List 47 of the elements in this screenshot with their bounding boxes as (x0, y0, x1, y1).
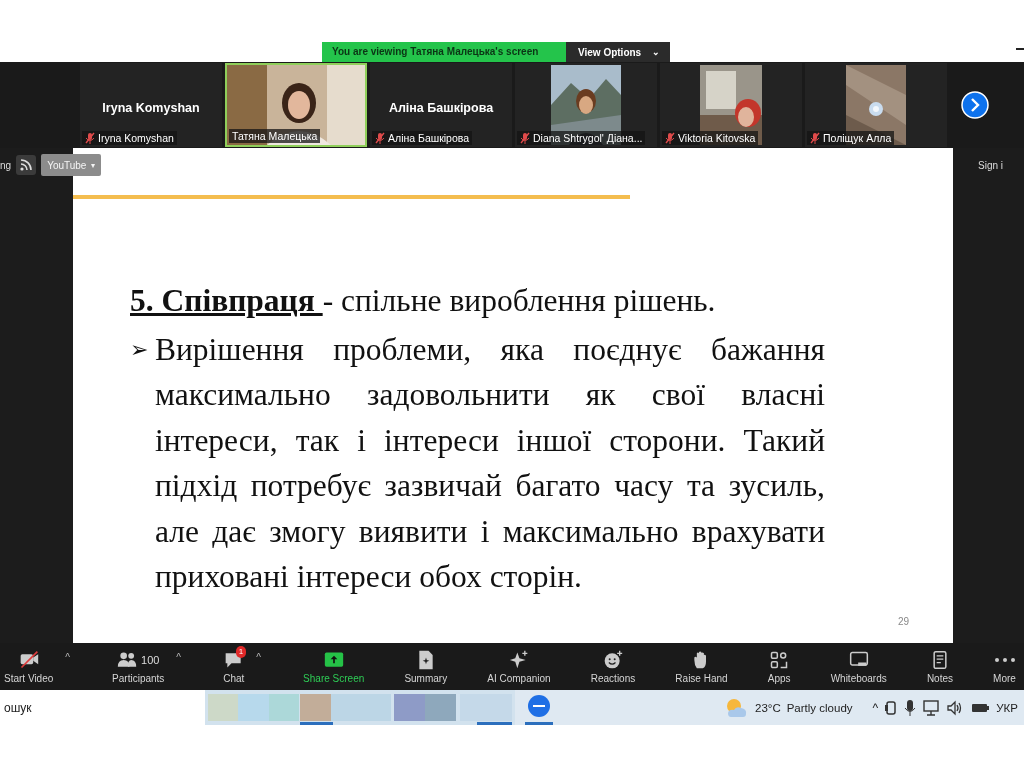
participant-label: Diana Shtrygol' Діана... (533, 132, 643, 144)
bullet-arrow: ➢ (130, 336, 149, 364)
participant-name: Аліна Башкірова (388, 101, 494, 115)
show-hidden-icons-button[interactable]: ^ (872, 700, 879, 715)
toolbar-button[interactable]: AI Companion (485, 647, 553, 686)
toolbar-button[interactable]: Start Video (2, 647, 56, 686)
camera-icon[interactable] (884, 698, 899, 717)
slide-paragraph: Вирішення проблеми, яка поєднує бажання максимально задовольнити як свої власні інтереси, так і інтереси іншої сторони. Такий підхід потребує зазвичай багато часу та зусиль, але дає змогу виявити і максимально врахувати приховані інтереси обох сторін. (155, 331, 825, 597)
search-field[interactable]: ошук (0, 690, 205, 725)
next-page-icon[interactable] (961, 91, 989, 119)
bookmark-label[interactable]: ng (0, 159, 12, 171)
caret-button[interactable]: ^ (252, 647, 265, 667)
toolbar-button[interactable]: 1 Chat (221, 647, 247, 686)
slide-heading: 5. Співпраця - спільне вироблення рішень. (130, 283, 717, 319)
more-icon (993, 656, 1016, 663)
toolbar-button[interactable]: Apps (765, 647, 793, 686)
view-options-button[interactable]: View Options ⌄ (566, 42, 670, 62)
notification-badge: 1 (235, 645, 247, 658)
toolbar-button[interactable]: Summary (402, 647, 450, 686)
microphone-icon[interactable] (904, 698, 917, 717)
toolbar-button[interactable]: Notes (924, 647, 955, 686)
toolbar-button[interactable]: Reactions (588, 647, 638, 686)
toolbar-button[interactable]: Share Screen (301, 647, 367, 686)
smiley-icon (603, 649, 623, 670)
weather-condition[interactable]: Partly cloudy (786, 701, 853, 714)
participant-label: Поліщук Алла (823, 132, 892, 144)
participant-label: Viktoria Kitovska (678, 132, 756, 144)
apps-icon (769, 649, 790, 670)
toolbar-button[interactable]: More (991, 647, 1018, 686)
toolbar-button[interactable]: 100 Participants (110, 647, 167, 686)
participant-label: Татяна Малецька (232, 130, 318, 142)
caret-button[interactable]: ^ (172, 647, 186, 667)
participant-name: Iryna Komyshan (102, 101, 200, 115)
toolbar-button[interactable]: Whiteboards (828, 647, 889, 686)
viewing-banner: You are viewing Татяна Малецька's screen (322, 42, 566, 62)
caret-button[interactable]: ^ (61, 647, 74, 667)
participant-count: 100 (141, 653, 160, 666)
sparkle-icon (508, 649, 529, 670)
page-number: 29 (897, 616, 909, 627)
toolbar-button[interactable]: Raise Hand (673, 647, 730, 686)
language-indicator[interactable]: УКР (996, 701, 1018, 714)
rss-icon[interactable] (16, 155, 37, 175)
network-icon[interactable] (922, 698, 941, 717)
participant-label: Iryna Komyshan (98, 132, 174, 144)
participant-label: Аліна Башкірова (388, 132, 470, 144)
temperature[interactable]: 23°C (755, 701, 781, 714)
sign-in-link[interactable]: Sign i (978, 160, 1003, 171)
